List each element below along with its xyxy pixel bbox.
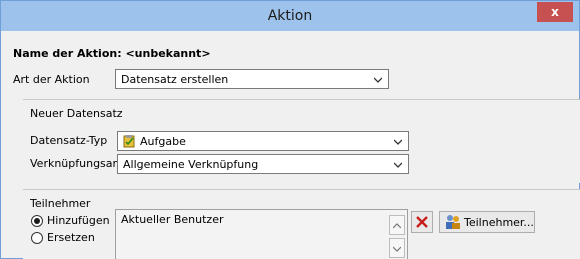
art-select-value: Datensatz erstellen [121, 73, 229, 86]
teilnehmer-button-label: Teilnehmer... [464, 216, 534, 229]
action-name-label: Name der Aktion: <unbekannt> [13, 47, 211, 60]
close-icon: x [551, 5, 559, 19]
window-title: Aktion [267, 8, 313, 24]
remove-participant-button[interactable] [411, 211, 433, 233]
teilnehmer-title: Teilnehmer [30, 197, 91, 210]
verknuepfungsart-select[interactable]: Allgemeine Verknüpfung [117, 154, 409, 174]
chevron-down-icon [394, 162, 402, 168]
hinzufuegen-radio[interactable] [31, 215, 43, 227]
hinzufuegen-label: Hinzufügen [47, 214, 110, 227]
neuer-datensatz-title: Neuer Datensatz [30, 107, 123, 120]
verknuepfungsart-label: Verknüpfungsart [30, 157, 122, 170]
teilnehmer-button[interactable]: Teilnehmer... [439, 211, 535, 233]
teilnehmer-list[interactable]: Aktueller Benutzer [115, 209, 408, 259]
ersetzen-label: Ersetzen [47, 231, 95, 244]
scroll-up-button[interactable] [389, 215, 405, 235]
ersetzen-radio[interactable] [31, 232, 43, 244]
chevron-up-icon [393, 223, 401, 229]
close-button[interactable]: x [537, 2, 573, 22]
dialog-window: Aktion x Name der Aktion: <unbekannt> Ar… [0, 0, 580, 259]
chevron-down-icon [393, 246, 401, 252]
art-select[interactable]: Datensatz erstellen [115, 69, 389, 89]
chevron-down-icon [394, 139, 402, 145]
list-item[interactable]: Aktueller Benutzer [121, 213, 223, 226]
chevron-down-icon [374, 77, 382, 83]
task-icon [123, 135, 135, 148]
users-icon [446, 215, 460, 229]
datensatz-typ-label: Datensatz-Typ [30, 134, 108, 147]
datensatz-typ-select[interactable]: Aufgabe [117, 131, 409, 151]
verknuepfungsart-value: Allgemeine Verknüpfung [123, 158, 259, 171]
scroll-down-button[interactable] [389, 238, 405, 258]
delete-icon [416, 216, 428, 228]
title-bar[interactable]: Aktion x [1, 1, 579, 31]
radio-selected-dot [34, 218, 40, 224]
datensatz-typ-value: Aufgabe [140, 135, 186, 148]
art-label: Art der Aktion [13, 73, 90, 86]
